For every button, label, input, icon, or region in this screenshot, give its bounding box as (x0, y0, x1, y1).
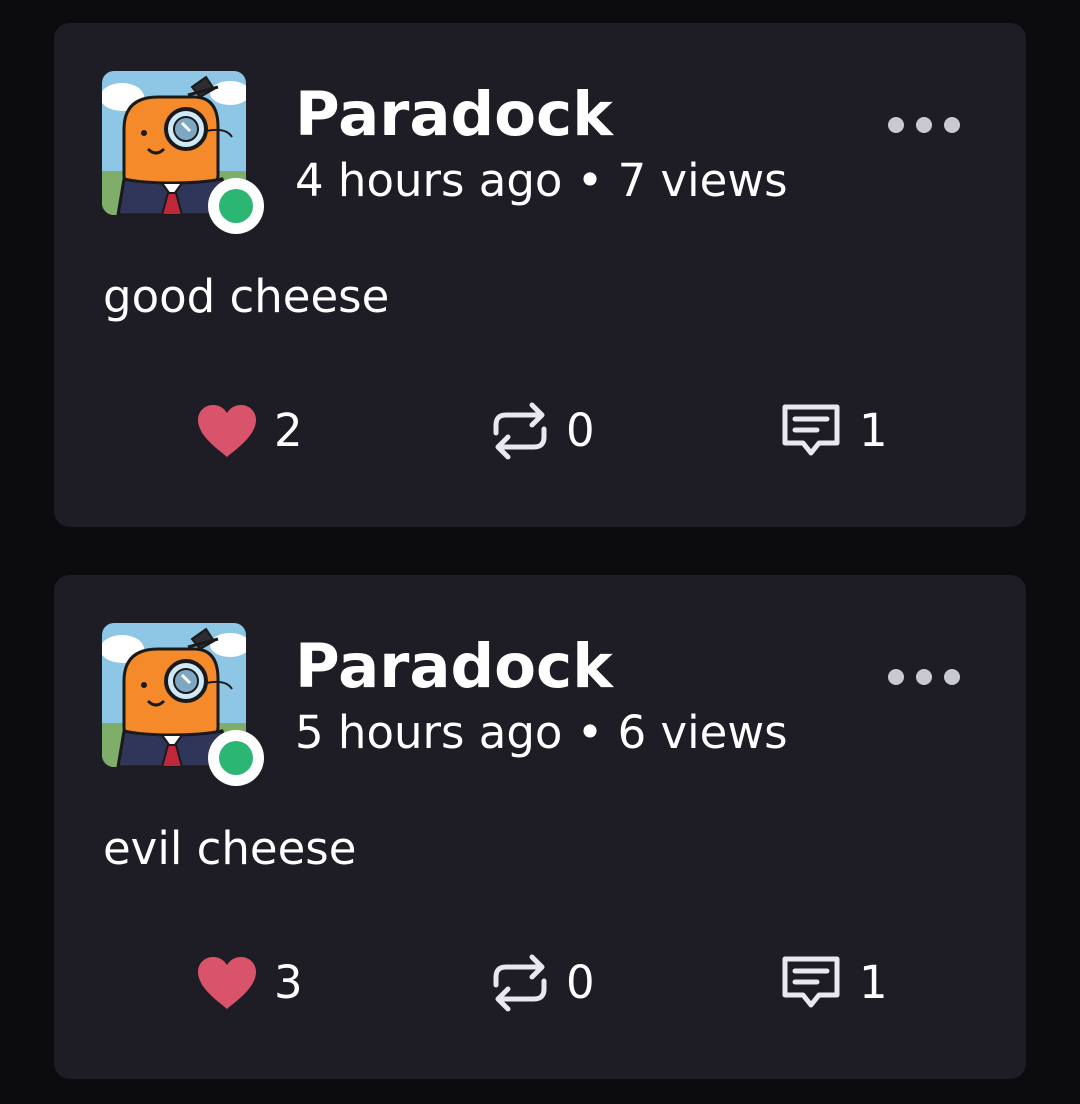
speech-bubble-icon (779, 401, 843, 461)
post-card: Paradock 4 hours ago • 7 views good chee… (54, 23, 1026, 527)
meta-separator: • (576, 154, 604, 207)
post-time: 4 hours ago (295, 154, 563, 207)
online-status-badge (208, 730, 264, 786)
repost-arrows-icon (490, 951, 550, 1015)
avatar[interactable] (102, 623, 264, 786)
avatar[interactable] (102, 71, 264, 234)
more-options-button[interactable] (888, 653, 960, 701)
post-feed: Paradock 4 hours ago • 7 views good chee… (0, 0, 1080, 1104)
heart-icon (196, 955, 258, 1011)
like-button[interactable]: 3 (196, 947, 303, 1019)
post-card: Paradock 5 hours ago • 6 views evil chee… (54, 575, 1026, 1079)
post-meta: 4 hours ago • 7 views (295, 151, 788, 211)
heart-icon (196, 403, 258, 459)
like-button[interactable]: 2 (196, 395, 303, 467)
more-horizontal-icon (888, 117, 904, 133)
comment-count: 1 (859, 404, 888, 457)
like-count: 3 (274, 956, 303, 1009)
post-author[interactable]: Paradock (295, 631, 613, 703)
meta-separator: • (576, 706, 604, 759)
comment-button[interactable]: 1 (779, 947, 888, 1019)
repost-count: 0 (566, 404, 595, 457)
speech-bubble-icon (779, 953, 843, 1013)
post-meta: 5 hours ago • 6 views (295, 703, 788, 763)
more-dot (916, 117, 932, 133)
repost-button[interactable]: 0 (490, 947, 595, 1019)
like-count: 2 (274, 404, 303, 457)
more-options-button[interactable] (888, 101, 960, 149)
post-time: 5 hours ago (295, 706, 563, 759)
post-content: good cheese (103, 270, 390, 323)
post-views: 6 views (617, 706, 788, 759)
post-views: 7 views (617, 154, 788, 207)
repost-count: 0 (566, 956, 595, 1009)
more-horizontal-icon (888, 669, 904, 685)
online-status-badge (208, 178, 264, 234)
comment-count: 1 (859, 956, 888, 1009)
comment-button[interactable]: 1 (779, 395, 888, 467)
more-dot (944, 669, 960, 685)
online-status-dot (219, 741, 253, 775)
post-content: evil cheese (103, 822, 357, 875)
post-author[interactable]: Paradock (295, 79, 613, 151)
repost-arrows-icon (490, 399, 550, 463)
online-status-dot (219, 189, 253, 223)
repost-button[interactable]: 0 (490, 395, 595, 467)
more-dot (916, 669, 932, 685)
more-dot (944, 117, 960, 133)
